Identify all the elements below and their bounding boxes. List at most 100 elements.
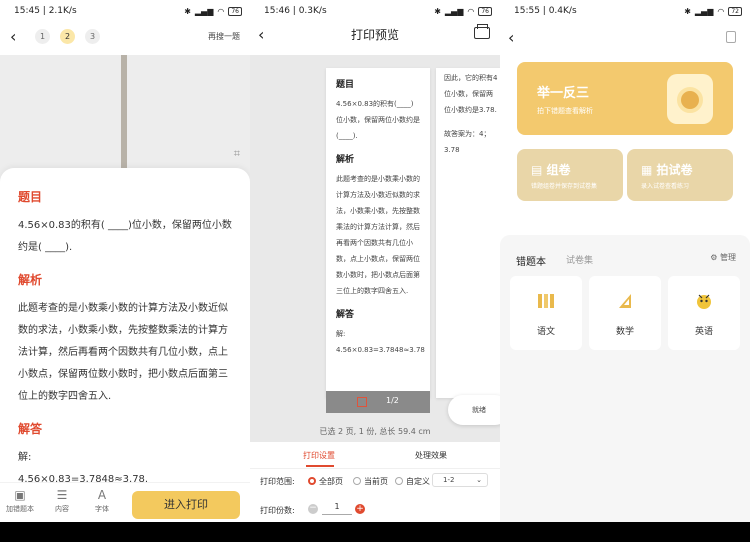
question-text: 4.56×0.83的积有( ____)位小数，保留两位小数约是( ____).: [18, 220, 232, 253]
manage-button[interactable]: ⚙ 管理: [710, 252, 736, 263]
manage-label: 管理: [720, 253, 736, 262]
settings-tabs: 打印设置 处理效果: [250, 443, 500, 469]
print-summary: 已选 2 页, 1 份, 总长 59.4 cm: [319, 427, 431, 436]
range-custom-label: 自定义: [406, 477, 430, 486]
pg2-text: 因此，它的积有4位小数，保留两位小数约是3.78.: [444, 74, 498, 114]
pg-answer-heading: 解答: [336, 310, 355, 320]
photo-strip: [121, 55, 127, 185]
back-arrow-icon[interactable]: ‹: [10, 29, 16, 45]
page-pager: 1/2: [326, 391, 430, 413]
chevron-down-icon: ⌄: [476, 476, 482, 484]
tab-wrong-book[interactable]: 错题本: [516, 253, 546, 268]
battery-icon: 76: [228, 6, 242, 16]
answer-line-1: 解:: [18, 452, 32, 463]
tab-paper-collection[interactable]: 试卷集: [566, 253, 593, 266]
range-option-current[interactable]: 当前页: [353, 476, 388, 487]
pg-question-text: 4.56×0.83的积有(____)位小数，保留两位小数约是(____).: [336, 100, 420, 140]
range-label: 打印范围:: [260, 477, 295, 486]
settings-icon[interactable]: [726, 31, 736, 43]
question-tab-2[interactable]: 2: [60, 29, 75, 44]
tab-process-effect[interactable]: 处理效果: [415, 450, 447, 461]
similar-practice-title: 举一反三: [537, 86, 590, 101]
system-nav-bar: [250, 522, 500, 542]
content-label: 内容: [55, 505, 69, 513]
camera-icon: [667, 74, 713, 124]
subject-chinese[interactable]: 语文: [510, 276, 582, 350]
status-speed: 0.4K/s: [548, 6, 577, 16]
subject-math[interactable]: 数学: [589, 276, 661, 350]
subject-english[interactable]: 英语: [668, 276, 740, 350]
signal-icon: ▂▄▆: [444, 6, 464, 16]
preview-page-2[interactable]: 因此，它的积有4位小数，保留两位小数约是3.78. 故答案为：4；3.78: [436, 68, 500, 398]
wrong-book-home-screen: 15:55 | 0.4K/s ✱ ▂▄▆ ◠ 72 ‹ 举一反三 拍下错题查看解析 ▤…: [500, 0, 750, 542]
select-page-checkbox[interactable]: [357, 397, 367, 407]
radio-off-icon: [353, 477, 361, 485]
add-wrong-book-label: 加错题本: [6, 505, 34, 513]
gear-icon: ⚙: [710, 253, 718, 262]
range-current-label: 当前页: [364, 477, 388, 486]
printer-icon[interactable]: [474, 24, 490, 39]
photo-paper-card[interactable]: ▦ 拍试卷 录入试卷查看练习: [627, 149, 733, 201]
crop-icon[interactable]: ⌗: [234, 147, 240, 161]
status-speed: 0.3K/s: [298, 6, 327, 16]
status-bar: 15:55 | 0.4K/s ✱ ▂▄▆ ◠ 72: [500, 0, 750, 22]
analysis-heading: 解析: [18, 273, 43, 287]
photo-doc-icon: ▦: [641, 163, 653, 177]
preview-stage: 题目 4.56×0.83的积有(____)位小数，保留两位小数约是(____).…: [250, 55, 500, 442]
copies-input[interactable]: 1: [322, 502, 352, 515]
range-select[interactable]: 1-2 ⌄: [432, 473, 488, 487]
subject-chinese-label: 语文: [536, 327, 555, 337]
photo-paper-sub: 录入试卷查看练习: [641, 183, 690, 190]
bee-icon: [697, 294, 711, 309]
content-button[interactable]: ☰ 内容: [44, 488, 80, 514]
active-tab-indicator: [306, 465, 334, 467]
similar-practice-sub: 拍下错题查看解析: [537, 107, 593, 115]
add-book-icon: ▣: [14, 488, 26, 502]
wifi-icon: ◠: [217, 6, 225, 16]
question-tab-1[interactable]: 1: [35, 29, 50, 44]
search-again-button[interactable]: 再搜一题: [208, 31, 240, 42]
top-bar: ‹ 1 2 3 再搜一题: [0, 22, 250, 52]
analysis-text: 此题考查的是小数乘小数的计算方法及小数近似数的求法，小数乘小数，先按整数乘法的计…: [18, 303, 228, 402]
minus-button[interactable]: −: [308, 504, 318, 514]
copies-label: 打印份数:: [260, 506, 295, 515]
system-nav-bar: [500, 522, 750, 542]
pg-answer-1: 解:: [336, 330, 346, 338]
question-photo: ⌗: [0, 55, 250, 185]
wifi-icon: ◠: [467, 6, 475, 16]
similar-practice-card[interactable]: 举一反三 拍下错题查看解析: [517, 62, 733, 135]
signal-icon: ▂▄▆: [194, 6, 214, 16]
signal-icon: ▂▄▆: [694, 6, 714, 16]
solution-sheet[interactable]: 题目 4.56×0.83的积有( ____)位小数，保留两位小数约是( ____…: [0, 168, 250, 498]
font-button[interactable]: A 字体: [84, 488, 120, 514]
camera-lens: [677, 87, 703, 113]
add-wrong-book-button[interactable]: ▣ 加错题本: [2, 488, 38, 514]
system-nav-bar: [0, 522, 250, 542]
pg-analysis-heading: 解析: [336, 155, 355, 165]
radio-off-icon: [395, 477, 403, 485]
ruler-triangle-icon: [619, 294, 631, 308]
enter-print-button[interactable]: 进入打印: [132, 491, 240, 519]
bluetooth-icon: ✱: [434, 6, 441, 16]
bottom-toolbar: ▣ 加错题本 ☰ 内容 A 字体 进入打印: [0, 482, 250, 522]
font-icon: A: [97, 488, 107, 502]
pg-answer-2: 4.56×0.83=3.7848≈3.78: [336, 346, 425, 354]
page-indicator: 1/2: [386, 396, 399, 405]
question-tab-3[interactable]: 3: [85, 29, 100, 44]
photo-paper-title: ▦ 拍试卷: [641, 161, 693, 178]
range-option-custom[interactable]: 自定义: [395, 476, 430, 487]
preview-page-1[interactable]: 题目 4.56×0.83的积有(____)位小数，保留两位小数约是(____).…: [326, 68, 430, 398]
range-value: 1-2: [443, 476, 455, 484]
back-arrow-icon[interactable]: ‹: [508, 28, 514, 47]
battery-icon: 76: [478, 6, 492, 16]
ready-button[interactable]: 就绪: [448, 395, 500, 425]
range-option-all[interactable]: 全部页: [308, 476, 343, 487]
bluetooth-icon: ✱: [684, 6, 691, 16]
tab-print-settings[interactable]: 打印设置: [303, 450, 335, 461]
status-time: 15:55: [514, 6, 540, 16]
compose-paper-card[interactable]: ▤ 组卷 错题组卷并保存到试卷集: [517, 149, 623, 201]
page-title: 打印预览: [350, 28, 399, 42]
compose-paper-sub: 错题组卷并保存到试卷集: [531, 183, 598, 190]
plus-button[interactable]: +: [355, 504, 365, 514]
list-icon: ☰: [56, 488, 68, 502]
